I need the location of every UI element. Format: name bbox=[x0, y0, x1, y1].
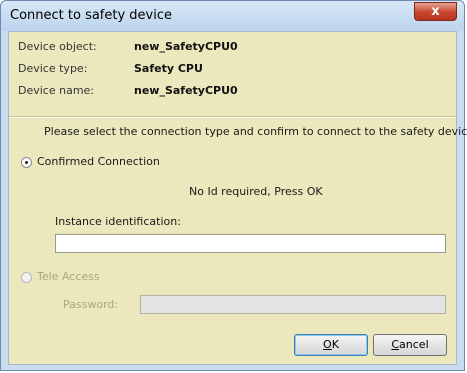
tele-access-label[interactable]: Tele Access bbox=[37, 270, 100, 283]
dialog-window: Connect to safety device x Device object… bbox=[0, 0, 467, 371]
password-input[interactable] bbox=[140, 295, 446, 314]
window-title: Connect to safety device bbox=[10, 8, 173, 23]
ok-mnemonic: O bbox=[323, 338, 332, 351]
cancel-button[interactable]: Cancel bbox=[373, 334, 447, 356]
close-icon: x bbox=[431, 4, 440, 19]
instance-identification-input[interactable] bbox=[55, 234, 446, 253]
device-type-value: Safety CPU bbox=[134, 62, 203, 75]
device-object-label: Device object: bbox=[18, 40, 97, 53]
cancel-mnemonic: C bbox=[391, 338, 400, 351]
divider bbox=[9, 116, 456, 118]
no-id-message: No Id required, Press OK bbox=[189, 185, 323, 198]
password-label: Password: bbox=[63, 298, 119, 311]
ok-label-rest: K bbox=[331, 338, 339, 351]
confirmed-connection-radio[interactable] bbox=[21, 157, 32, 168]
confirmed-connection-label[interactable]: Confirmed Connection bbox=[37, 155, 160, 168]
device-object-value: new_SafetyCPU0 bbox=[134, 40, 238, 53]
device-name-label: Device name: bbox=[18, 84, 95, 97]
dialog-body: Device object: new_SafetyCPU0 Device typ… bbox=[8, 31, 467, 365]
device-name-value: new_SafetyCPU0 bbox=[134, 84, 238, 97]
instance-identification-label: Instance identification: bbox=[55, 215, 181, 228]
instruction-text: Please select the connection type and co… bbox=[44, 125, 467, 138]
cancel-label-rest: ancel bbox=[399, 338, 429, 351]
title-bar[interactable]: Connect to safety device x bbox=[1, 1, 464, 31]
close-button[interactable]: x bbox=[414, 2, 457, 21]
device-type-label: Device type: bbox=[18, 62, 88, 75]
tele-access-radio[interactable] bbox=[21, 272, 32, 283]
ok-button[interactable]: OK bbox=[294, 334, 368, 356]
